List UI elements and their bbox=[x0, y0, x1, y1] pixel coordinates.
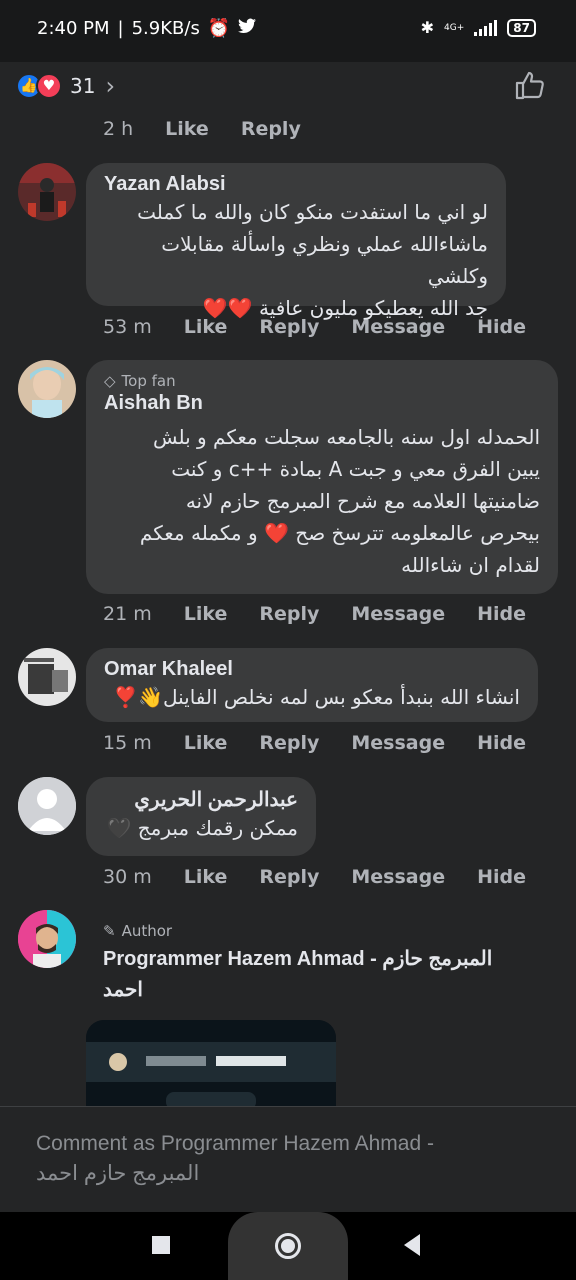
like-button[interactable]: Like bbox=[184, 316, 228, 338]
reply-button[interactable]: Reply bbox=[259, 866, 319, 888]
status-time: 2:40 PM bbox=[37, 18, 110, 39]
comment-bubble: Yazan Alabsi لو اني ما استفدت منكو كان و… bbox=[86, 163, 506, 320]
comment-placeholder: المبرمج حازم احمد bbox=[36, 1162, 200, 1185]
reaction-count: 31 bbox=[70, 74, 96, 98]
bluetooth-icon: ✱ bbox=[420, 18, 435, 37]
status-speed: 5.9KB/s bbox=[131, 18, 200, 39]
status-separator: | bbox=[117, 18, 124, 39]
like-button[interactable]: Like bbox=[184, 866, 228, 888]
pencil-icon: ✎ bbox=[103, 922, 116, 940]
author-badge: ✎ Author bbox=[103, 922, 492, 940]
comment-actions: 53 m Like Reply Message Hide bbox=[103, 316, 558, 338]
avatar[interactable] bbox=[18, 648, 76, 706]
message-button[interactable]: Message bbox=[351, 732, 445, 754]
comment-actions: 2 h Like Reply bbox=[103, 118, 333, 140]
hide-button[interactable]: Hide bbox=[477, 603, 526, 625]
comment-line: لقدام ان شاءالله bbox=[401, 553, 540, 577]
badge-label: Top fan bbox=[121, 372, 176, 390]
home-dot-icon bbox=[281, 1239, 295, 1253]
comment-line: انشاء الله بنبدأ معكو بس لمه نخلص الفاين… bbox=[113, 685, 520, 709]
hide-button[interactable]: Hide bbox=[477, 866, 526, 888]
comment-text: انشاء الله بنبدأ معكو بس لمه نخلص الفاين… bbox=[104, 681, 520, 713]
comment-time: 21 m bbox=[103, 603, 152, 625]
comment-author[interactable]: Yazan Alabsi bbox=[104, 173, 488, 196]
system-nav-bar bbox=[0, 1212, 576, 1280]
comment-line: ممكن رقمك مبرمج 🖤 bbox=[106, 816, 298, 840]
comment-time: 53 m bbox=[103, 316, 152, 338]
like-button[interactable]: Like bbox=[184, 603, 228, 625]
avatar[interactable] bbox=[18, 910, 76, 968]
comment-line: يبين الفرق معي و جبت A بمادة ++c و كنت bbox=[171, 457, 540, 481]
reply-button[interactable]: Reply bbox=[241, 118, 301, 140]
status-bar: 2:40 PM | 5.9KB/s ⏰ ✱ 4G+ 87 bbox=[0, 0, 576, 62]
comment-line: لو اني ما استفدت منكو كان والله ما كملت bbox=[137, 200, 488, 224]
diamond-icon: ◇ bbox=[104, 372, 116, 390]
message-button[interactable]: Message bbox=[351, 316, 445, 338]
comment-time: 2 h bbox=[103, 118, 134, 140]
comment-author[interactable]: Programmer Hazem Ahmad - المبرمج حازم اح… bbox=[103, 944, 492, 1006]
comment-text: لو اني ما استفدت منكو كان والله ما كملت … bbox=[104, 196, 488, 324]
comment-bubble: ✎ Author Programmer Hazem Ahmad - المبرم… bbox=[103, 922, 492, 1006]
network-label: 4G+ bbox=[444, 22, 465, 33]
reply-button[interactable]: Reply bbox=[259, 316, 319, 338]
reaction-summary-row: 👍 ♥ 31 › bbox=[0, 62, 576, 106]
comment-author[interactable]: Omar Khaleel bbox=[104, 658, 520, 681]
love-reaction-icon: ♥ bbox=[36, 73, 62, 99]
comment-actions: 21 m Like Reply Message Hide bbox=[103, 603, 558, 625]
comment-composer[interactable]: Comment as Programmer Hazem Ahmad - المب… bbox=[0, 1106, 576, 1212]
signal-icon bbox=[474, 19, 498, 36]
comment-actions: 30 m Like Reply Message Hide bbox=[103, 866, 558, 888]
alarm-icon: ⏰ bbox=[207, 18, 231, 39]
avatar[interactable] bbox=[18, 163, 76, 221]
like-button[interactable]: Like bbox=[165, 118, 209, 140]
comment-input[interactable]: Comment as Programmer Hazem Ahmad - المب… bbox=[36, 1129, 434, 1189]
author-line: Programmer Hazem Ahmad - المبرمج حازم bbox=[103, 948, 493, 970]
comment-line: بيحرص عالمعلومه تترسخ صح ❤️ و مكمله معكم bbox=[139, 521, 540, 545]
comment-text: ممكن رقمك مبرمج 🖤 bbox=[104, 812, 298, 844]
comment-text: الحمدله اول سنه بالجامعه سجلت معكم و بلش… bbox=[104, 421, 540, 581]
comment-line: ضامنيتها العلامه مع شرح المبرمج حازم لان… bbox=[185, 489, 540, 513]
comment-bubble: Omar Khaleel انشاء الله بنبدأ معكو بس لم… bbox=[86, 648, 538, 722]
hide-button[interactable]: Hide bbox=[477, 732, 526, 754]
chevron-right-icon: › bbox=[105, 72, 116, 100]
avatar[interactable] bbox=[18, 777, 76, 835]
comment-time: 15 m bbox=[103, 732, 152, 754]
twitter-icon bbox=[238, 18, 257, 39]
comment-author[interactable]: Aishah Bn bbox=[104, 392, 540, 415]
avatar[interactable] bbox=[18, 360, 76, 418]
message-button[interactable]: Message bbox=[351, 866, 445, 888]
attached-image[interactable] bbox=[86, 1020, 336, 1110]
comment-bubble: عبدالرحمن الحريري ممكن رقمك مبرمج 🖤 bbox=[86, 777, 316, 856]
comment-line: ماشاءالله عملي ونظري واسألة مقابلات وكلش… bbox=[161, 232, 488, 288]
recents-button[interactable] bbox=[152, 1236, 170, 1254]
reply-button[interactable]: Reply bbox=[259, 603, 319, 625]
home-button[interactable] bbox=[228, 1212, 348, 1280]
back-button[interactable] bbox=[404, 1234, 420, 1256]
comment-time: 30 m bbox=[103, 866, 152, 888]
hide-button[interactable]: Hide bbox=[477, 316, 526, 338]
battery-icon: 87 bbox=[507, 18, 536, 37]
comment-line: الحمدله اول سنه بالجامعه سجلت معكم و بلش bbox=[152, 425, 540, 449]
comment-bubble: ◇ Top fan Aishah Bn الحمدله اول سنه بالج… bbox=[86, 360, 558, 594]
comment-actions: 15 m Like Reply Message Hide bbox=[103, 732, 558, 754]
reply-button[interactable]: Reply bbox=[259, 732, 319, 754]
top-fan-badge: ◇ Top fan bbox=[104, 372, 540, 390]
author-line: احمد bbox=[103, 979, 143, 1001]
like-button[interactable]: Like bbox=[184, 732, 228, 754]
badge-label: Author bbox=[121, 922, 173, 940]
reaction-summary[interactable]: 👍 ♥ 31 › bbox=[16, 72, 115, 100]
message-button[interactable]: Message bbox=[351, 603, 445, 625]
comment-placeholder: Comment as Programmer Hazem Ahmad - bbox=[36, 1132, 434, 1155]
comment-author[interactable]: عبدالرحمن الحريري bbox=[104, 787, 298, 812]
thumbs-up-icon[interactable] bbox=[514, 70, 546, 100]
